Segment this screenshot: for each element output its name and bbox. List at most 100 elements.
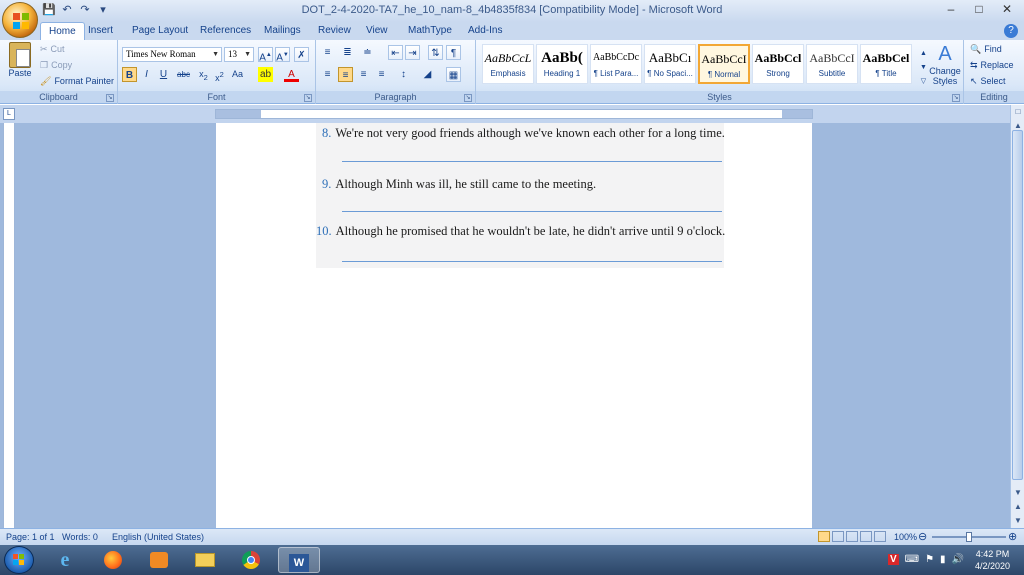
select-button[interactable]: ↖ Select — [970, 74, 1006, 88]
clear-formatting-button[interactable]: ✗ — [294, 47, 309, 62]
bullets-icon[interactable]: ≡ — [320, 45, 335, 60]
style-list-paragraph[interactable]: AaBbCcDc ¶ List Para... — [590, 44, 642, 84]
superscript-button[interactable]: x2 — [212, 67, 227, 83]
increase-indent-icon[interactable]: ⇥ — [405, 45, 420, 60]
underline-button[interactable]: U — [156, 67, 171, 82]
align-left-icon[interactable]: ≡ — [320, 67, 335, 82]
shading-icon[interactable]: ◢ — [420, 67, 435, 82]
start-button[interactable] — [4, 546, 34, 574]
zoom-slider-thumb[interactable] — [966, 532, 972, 542]
volume-icon[interactable]: 🔊 — [952, 554, 964, 565]
full-screen-reading-icon[interactable] — [832, 531, 844, 542]
tab-mailings[interactable]: Mailings — [256, 22, 309, 40]
chrome-icon[interactable] — [230, 547, 272, 573]
antivirus-icon[interactable]: V — [887, 554, 899, 565]
numbering-icon[interactable]: ≣ — [340, 45, 355, 60]
paste-button[interactable]: Paste — [6, 42, 34, 88]
clipboard-launcher-icon[interactable]: ↘ — [106, 94, 114, 102]
replace-button[interactable]: ⇆ Replace — [970, 58, 1014, 72]
vertical-scrollbar[interactable]: □ ▲ ▼ ▲ ▼ — [1010, 105, 1024, 528]
file-explorer-icon[interactable] — [184, 547, 226, 573]
tab-page-layout[interactable]: Page Layout — [124, 22, 196, 40]
document-page[interactable]: 8. We're not very good friends although w… — [216, 123, 812, 528]
scroll-down-icon[interactable]: ▼ — [1011, 486, 1024, 500]
keyboard-icon[interactable]: ⌨ — [905, 554, 919, 565]
copy-button[interactable]: ❐ Copy — [40, 58, 72, 72]
word-count[interactable]: Words: 0 — [62, 532, 98, 542]
cut-button[interactable]: ✂ Cut — [40, 42, 65, 56]
restore-button[interactable]: □ — [966, 1, 992, 18]
tab-insert[interactable]: Insert — [80, 22, 121, 40]
help-icon[interactable]: ? — [1004, 24, 1018, 38]
decrease-indent-icon[interactable]: ⇤ — [388, 45, 403, 60]
outline-icon[interactable] — [860, 531, 872, 542]
shrink-font-button[interactable]: A▼ — [275, 47, 290, 63]
style-emphasis[interactable]: AaBbCcL Emphasis — [482, 44, 534, 84]
borders-icon[interactable]: ▦ — [446, 67, 461, 82]
find-button[interactable]: 🔍 Find — [970, 42, 1002, 56]
grow-font-button[interactable]: A▲ — [258, 47, 273, 63]
horizontal-ruler[interactable] — [215, 109, 813, 119]
font-name-field[interactable]: Times New Roman ▼ — [122, 47, 222, 62]
tab-review[interactable]: Review — [310, 22, 359, 40]
tab-selector[interactable]: L — [3, 108, 15, 120]
font-launcher-icon[interactable]: ↘ — [304, 94, 312, 102]
close-button[interactable]: ✕ — [994, 1, 1020, 18]
sort-icon[interactable]: ⇅ — [428, 45, 443, 60]
web-layout-icon[interactable] — [846, 531, 858, 542]
right-margin-marker[interactable] — [782, 110, 812, 118]
previous-page-icon[interactable]: ▲ — [1011, 500, 1024, 514]
tab-mathtype[interactable]: MathType — [400, 22, 460, 40]
media-player-icon[interactable] — [138, 547, 180, 573]
line-spacing-icon[interactable]: ↕ — [396, 67, 411, 82]
internet-explorer-icon[interactable]: e — [44, 547, 86, 573]
change-styles-button[interactable]: A Change Styles — [928, 42, 962, 86]
style-title[interactable]: AaBbCel ¶ Title — [860, 44, 912, 84]
style-heading-1[interactable]: AaBb( Heading 1 — [536, 44, 588, 84]
zoom-level[interactable]: 100% — [894, 532, 917, 542]
zoom-in-icon[interactable]: ⊕ — [1008, 530, 1017, 543]
paragraph-launcher-icon[interactable]: ↘ — [464, 94, 472, 102]
tab-view[interactable]: View — [358, 22, 396, 40]
show-marks-icon[interactable]: ¶ — [446, 45, 461, 60]
vertical-ruler[interactable] — [3, 123, 15, 528]
strikethrough-button[interactable]: abc — [176, 67, 191, 82]
zoom-out-icon[interactable]: ⊖ — [918, 530, 927, 543]
tab-home[interactable]: Home — [40, 22, 85, 40]
change-case-button[interactable]: Aa — [230, 67, 245, 82]
style-normal[interactable]: AaBbCcI ¶ Normal — [698, 44, 750, 84]
tab-references[interactable]: References — [192, 22, 259, 40]
subscript-button[interactable]: x2 — [196, 67, 211, 82]
style-no-spacing[interactable]: AaBbCı ¶ No Spaci... — [644, 44, 696, 84]
align-right-icon[interactable]: ≡ — [356, 67, 371, 82]
justify-icon[interactable]: ≡ — [374, 67, 389, 82]
office-button[interactable] — [2, 2, 38, 38]
left-margin-marker[interactable] — [216, 110, 261, 118]
bold-button[interactable]: B — [122, 67, 137, 82]
language-status[interactable]: English (United States) — [112, 532, 204, 542]
firefox-icon[interactable] — [92, 547, 134, 573]
style-strong[interactable]: AaBbCcl Strong — [752, 44, 804, 84]
align-center-icon[interactable]: ≡ — [338, 67, 353, 82]
minimize-button[interactable]: – — [938, 1, 964, 18]
styles-launcher-icon[interactable]: ↘ — [952, 94, 960, 102]
scanned-image[interactable]: 8. We're not very good friends although w… — [316, 123, 725, 268]
font-size-field[interactable]: 13 ▼ — [224, 47, 254, 62]
style-subtitle[interactable]: AaBbCcI Subtitle — [806, 44, 858, 84]
font-color-button[interactable]: A — [284, 67, 299, 82]
scrollbar-thumb[interactable] — [1012, 130, 1023, 480]
page-count[interactable]: Page: 1 of 1 — [6, 532, 55, 542]
word-taskbar-icon[interactable]: W — [278, 547, 320, 573]
system-clock[interactable]: 4:42 PM 4/2/2020 — [975, 548, 1010, 572]
ruler-toggle-icon[interactable]: □ — [1011, 105, 1024, 119]
highlight-button[interactable]: ab — [258, 67, 273, 82]
tab-add-ins[interactable]: Add-Ins — [460, 22, 510, 40]
italic-button[interactable]: I — [139, 67, 154, 82]
flag-icon[interactable]: ⚑ — [925, 554, 934, 565]
network-icon[interactable]: ▮ — [940, 554, 946, 565]
next-page-icon[interactable]: ▼ — [1011, 514, 1024, 528]
multilevel-list-icon[interactable]: ≐ — [360, 45, 375, 60]
format-painter-button[interactable]: 🖌 Format Painter — [40, 74, 114, 88]
draft-icon[interactable] — [874, 531, 886, 542]
print-layout-icon[interactable] — [818, 531, 830, 542]
